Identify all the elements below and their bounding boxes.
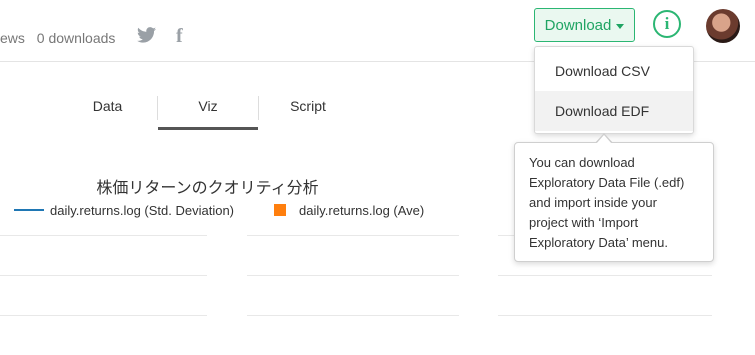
gridline — [498, 275, 712, 276]
legend-item-ave[interactable]: daily.returns.log (Ave) — [299, 203, 424, 218]
tab-script-label: Script — [290, 98, 326, 114]
menu-item-download-edf[interactable]: Download EDF — [535, 91, 693, 131]
edf-tooltip: You can download Exploratory Data File (… — [514, 142, 714, 262]
legend-line-swatch — [14, 209, 44, 211]
gridline — [247, 275, 459, 276]
stats: ews 0 downloads — [0, 30, 115, 46]
caret-down-icon — [616, 23, 625, 29]
gridline — [247, 235, 459, 236]
download-button[interactable]: Download — [534, 8, 635, 42]
download-button-label: Download — [544, 16, 612, 34]
facebook-icon[interactable]: f — [176, 25, 183, 48]
tab-data[interactable]: Data — [58, 96, 157, 130]
tooltip-text: You can download Exploratory Data File (… — [529, 155, 685, 250]
gridline — [247, 315, 459, 316]
menu-item-download-csv[interactable]: Download CSV — [535, 51, 693, 91]
tab-viz[interactable]: Viz — [158, 96, 258, 130]
avatar[interactable] — [706, 9, 740, 43]
views-count: ews — [0, 30, 25, 46]
gridline — [498, 235, 514, 236]
gridline — [0, 235, 207, 236]
downloads-count: 0 downloads — [36, 30, 116, 46]
tab-script[interactable]: Script — [259, 96, 357, 130]
legend-square-swatch — [274, 204, 286, 216]
tooltip-arrow-inner — [596, 135, 612, 144]
download-dropdown-menu: Download CSV Download EDF — [534, 46, 694, 134]
tab-data-label: Data — [92, 98, 123, 114]
tab-viz-label: Viz — [198, 98, 218, 114]
info-icon[interactable]: i — [653, 10, 681, 38]
twitter-icon[interactable] — [137, 27, 156, 48]
info-glyph: i — [664, 14, 670, 33]
legend-item-std[interactable]: daily.returns.log (Std. Deviation) — [50, 203, 234, 218]
gridline — [0, 275, 207, 276]
chart-title: 株価リターンのクオリティ分析 — [96, 180, 319, 197]
gridline — [498, 315, 712, 316]
gridline — [0, 315, 207, 316]
